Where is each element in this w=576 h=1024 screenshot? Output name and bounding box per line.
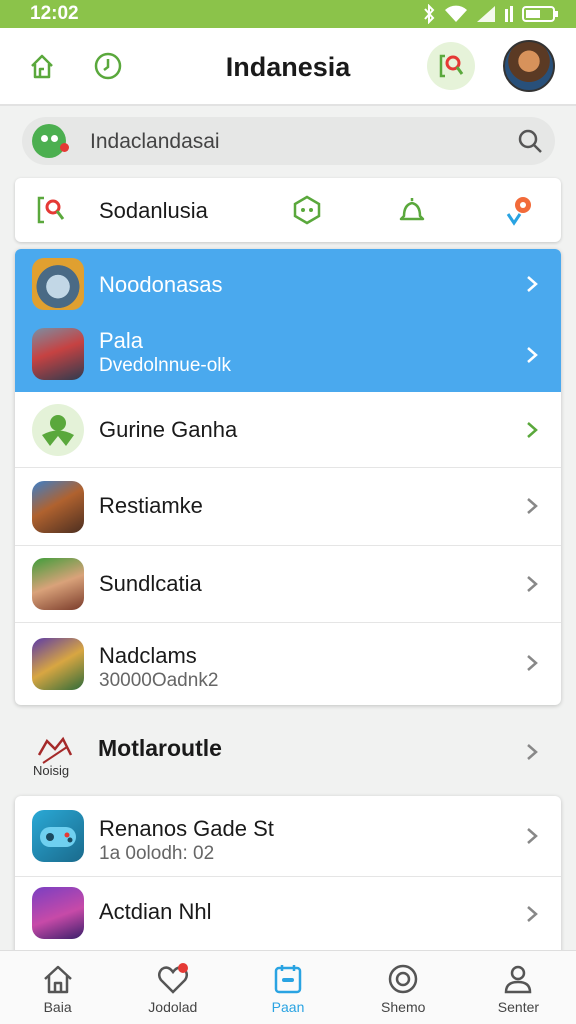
bottom-nav: Baia Jodolad Paan Shemo Senter [0,950,576,1024]
list-item-title: Restiamke [99,493,203,518]
list-item[interactable]: Renanos Gade St 1a 0olodh: 02 [15,796,561,877]
search-input[interactable]: Indaclandasai [90,130,220,154]
map-pin-icon[interactable] [503,194,535,226]
home-icon [43,965,72,994]
nav-item-home[interactable]: Baia [0,951,115,1024]
search-icon[interactable] [517,128,543,154]
target-icon [388,964,418,994]
app-header: Indanesia [0,28,576,106]
bluetooth-icon [422,3,436,29]
chevron-right-icon [527,655,538,671]
nav-item-profile[interactable]: Senter [461,951,576,1024]
calendar-icon [274,965,302,994]
location-search-button[interactable] [427,42,475,90]
nav-item-favorites[interactable]: Jodolad [115,951,230,1024]
fantasy-game-icon [32,638,84,690]
list-item[interactable]: Restiamke [15,468,561,546]
section-logo-text: Noisig [33,763,70,778]
list-item-title: Pala [99,328,144,353]
scan-icon[interactable] [35,194,67,226]
nav-label: Jodolad [148,999,198,1015]
signal-bar-icon [504,5,514,28]
user-icon [505,965,532,994]
list-item[interactable]: Noodonasas [15,249,561,319]
status-time: 12:02 [30,3,79,24]
chevron-right-icon [527,906,538,922]
list-item-subtitle: Dvedolnnue-olk [99,355,232,376]
nav-label: Senter [497,999,540,1015]
wifi-icon [444,5,468,28]
leaf-person-icon [32,404,84,456]
section-header[interactable]: Noisig Motlaroutle [15,715,561,789]
battery-icon [522,5,560,28]
list-item[interactable]: Pala Dvedolnnue-olk [15,319,561,392]
list-item-title: Renanos Gade St [99,816,274,841]
chevron-right-icon [527,576,538,592]
gamepad-icon [32,810,84,862]
chevron-right-icon [527,347,538,363]
nav-item-explore[interactable]: Shemo [346,951,461,1024]
chevron-right-icon [527,422,538,438]
quick-bar-label: Sodanlusia [99,198,208,223]
list-item[interactable]: Sundlcatia [15,546,561,623]
page-title: Indanesia [225,52,351,82]
list-item-subtitle: 30000Oadnk2 [99,670,219,691]
location-search-icon [439,54,464,78]
section-title: Motlaroutle [98,735,222,761]
search-bar[interactable]: Indaclandasai [22,117,555,165]
status-bar: 12:02 [0,0,576,28]
avatar[interactable] [503,40,555,92]
quick-bar: Sodanlusia [15,178,561,242]
signal-icon [476,5,496,28]
game-list-secondary: Renanos Gade St 1a 0olodh: 02 Actdian Nh… [15,796,561,966]
nav-item-plan[interactable]: Paan [230,951,345,1024]
nav-label: Shemo [381,999,426,1015]
chevron-right-icon [527,828,538,844]
purple-game-icon [32,887,84,939]
list-item-subtitle: 1a 0olodh: 02 [99,843,215,864]
nav-label: Paan [271,999,305,1015]
list-item-title: Sundlcatia [99,571,202,596]
list-item-title: Gurine Ganha [99,417,238,442]
hexagon-icon[interactable] [291,194,323,226]
nav-label: Baia [43,999,72,1015]
bell-icon[interactable] [396,194,428,226]
runner-icon [32,328,84,380]
list-item-title: Nadclams [99,643,197,668]
status-icons [422,3,560,29]
chevron-right-icon [527,276,538,292]
chevron-right-icon [527,498,538,514]
app-logo-icon [32,124,69,158]
list-item[interactable]: Gurine Ganha [15,392,561,468]
chevron-right-icon [527,744,538,760]
game-list: Noodonasas Pala Dvedolnnue-olk Gurine Ga… [15,249,561,705]
warrior-icon [32,481,84,533]
list-item-title: Noodonasas [99,272,223,297]
heart-icon [157,963,188,994]
list-item[interactable]: Nadclams 30000Oadnk2 [15,623,561,705]
game-creature-icon [32,258,84,310]
list-item-title: Actdian Nhl [99,899,212,924]
girl-portrait-icon [32,558,84,610]
